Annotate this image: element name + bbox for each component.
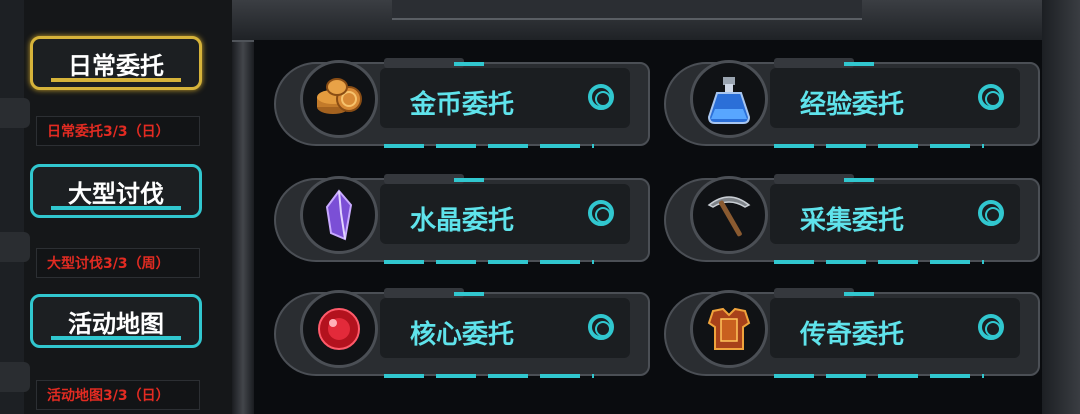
daily-commission-count: 日常委托3/3（日） bbox=[36, 116, 200, 146]
card-stripe bbox=[454, 62, 484, 66]
tab-label: 活动地图 bbox=[68, 309, 164, 338]
card-bottom-stripe bbox=[774, 260, 984, 264]
card-stripe bbox=[454, 178, 484, 182]
tab-underline bbox=[51, 336, 181, 340]
panel-divider bbox=[232, 0, 254, 414]
tab-large-crusade[interactable]: 大型讨伐 bbox=[30, 164, 202, 218]
select-ring-icon[interactable] bbox=[588, 200, 614, 226]
coins-icon bbox=[300, 60, 378, 138]
right-frame bbox=[1042, 0, 1080, 414]
card-stripe bbox=[844, 62, 874, 66]
card-label: 水晶委托 bbox=[410, 206, 515, 236]
tab-underline bbox=[51, 78, 181, 82]
card-label: 传奇委托 bbox=[800, 320, 905, 350]
crystal-icon bbox=[300, 176, 378, 254]
card-notch bbox=[384, 58, 464, 68]
card-bottom-stripe bbox=[384, 260, 594, 264]
sidebar-notch bbox=[0, 362, 30, 392]
large-crusade-count: 大型讨伐3/3（周） bbox=[36, 248, 200, 278]
card-bottom-stripe bbox=[384, 374, 594, 378]
tab-label: 大型讨伐 bbox=[68, 179, 164, 208]
card-label: 核心委托 bbox=[410, 320, 515, 350]
select-ring-icon[interactable] bbox=[978, 200, 1004, 226]
select-ring-icon[interactable] bbox=[978, 314, 1004, 340]
top-frame bbox=[232, 0, 1080, 42]
armor-icon bbox=[690, 290, 768, 368]
tab-underline bbox=[51, 206, 181, 210]
card-notch bbox=[774, 174, 854, 184]
event-map-count: 活动地图3/3（日） bbox=[36, 380, 200, 410]
card-bottom-stripe bbox=[384, 144, 594, 148]
legend-commission-card[interactable]: 传奇委托 bbox=[664, 286, 1040, 384]
card-notch bbox=[384, 288, 464, 298]
gather-commission-card[interactable]: 采集委托 bbox=[664, 172, 1040, 270]
tab-label: 日常委托 bbox=[68, 51, 164, 80]
sidebar-notch bbox=[0, 232, 30, 262]
exp-commission-card[interactable]: 经验委托 bbox=[664, 56, 1040, 154]
tab-daily-commission[interactable]: 日常委托 bbox=[30, 36, 202, 90]
select-ring-icon[interactable] bbox=[978, 84, 1004, 110]
card-stripe bbox=[454, 292, 484, 296]
card-notch bbox=[774, 58, 854, 68]
card-notch bbox=[774, 288, 854, 298]
coin-commission-card[interactable]: 金币委托 bbox=[274, 56, 650, 154]
select-ring-icon[interactable] bbox=[588, 84, 614, 110]
core-orb-icon bbox=[300, 290, 378, 368]
select-ring-icon[interactable] bbox=[588, 314, 614, 340]
card-bottom-stripe bbox=[774, 374, 984, 378]
card-bottom-stripe bbox=[774, 144, 984, 148]
card-stripe bbox=[844, 178, 874, 182]
sidebar: 日常委托 日常委托3/3（日） 大型讨伐 大型讨伐3/3（周） 活动地图 活动地… bbox=[0, 0, 232, 414]
sidebar-rail bbox=[0, 0, 24, 414]
crystal-commission-card[interactable]: 水晶委托 bbox=[274, 172, 650, 270]
card-label: 金币委托 bbox=[410, 90, 515, 120]
card-stripe bbox=[844, 292, 874, 296]
sidebar-notch bbox=[0, 98, 30, 128]
pickaxe-icon bbox=[690, 176, 768, 254]
potion-icon bbox=[690, 60, 768, 138]
card-label: 采集委托 bbox=[800, 206, 905, 236]
card-notch bbox=[384, 174, 464, 184]
card-label: 经验委托 bbox=[800, 90, 905, 120]
tab-event-map[interactable]: 活动地图 bbox=[30, 294, 202, 348]
core-commission-card[interactable]: 核心委托 bbox=[274, 286, 650, 384]
